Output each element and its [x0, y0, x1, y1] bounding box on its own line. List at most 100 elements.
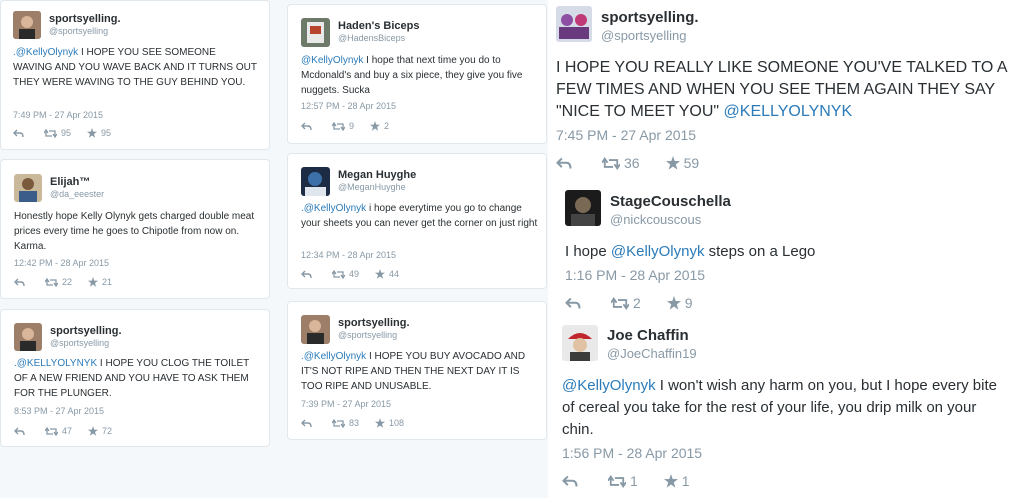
tweet-timestamp[interactable]: 12:34 PM - 28 Apr 2015 [301, 250, 396, 260]
retweet-button[interactable]: 36 [602, 155, 640, 171]
tweet-timestamp[interactable]: 1:56 PM - 28 Apr 2015 [562, 445, 702, 461]
retweet-button[interactable]: 47 [45, 426, 72, 436]
retweet-button[interactable]: 83 [332, 418, 359, 428]
favorite-count: 59 [683, 155, 700, 171]
retweet-button[interactable]: 1 [608, 473, 638, 489]
tweet-author-name[interactable]: Megan Huyghe [338, 169, 416, 181]
tweet-timestamp[interactable]: 12:57 PM - 28 Apr 2015 [301, 101, 396, 111]
favorite-button[interactable]: 72 [88, 426, 112, 436]
tweet-timestamp[interactable]: 1:16 PM - 28 Apr 2015 [565, 267, 705, 283]
retweet-button[interactable]: 2 [611, 295, 641, 311]
reply-icon [13, 129, 24, 137]
tweet-card: sportsyelling. @sportsyelling .@KellyOly… [287, 301, 547, 440]
avatar[interactable] [301, 18, 330, 47]
tweet-author-name[interactable]: Joe Chaffin [607, 327, 689, 344]
avatar[interactable] [565, 190, 601, 226]
tweet-author-handle[interactable]: @sportsyelling [601, 28, 686, 43]
tweet-author-name[interactable]: sportsyelling. [49, 13, 121, 25]
tweet-author-handle[interactable]: @da_eeester [50, 189, 104, 199]
tweet-timestamp[interactable]: 7:39 PM - 27 Apr 2015 [301, 399, 391, 409]
reply-button[interactable] [13, 129, 28, 138]
avatar[interactable] [562, 325, 598, 361]
favorite-button[interactable]: 2 [370, 121, 389, 131]
mention-link[interactable]: @KellyOlynyk [562, 377, 656, 394]
tweet-text: I hope @KellyOlynyk steps on a Lego [565, 241, 1015, 263]
star-icon [663, 474, 678, 488]
mention-link[interactable]: .@KellyOlynyk [13, 47, 78, 58]
mention-link[interactable]: .@KellyOlynyk [301, 203, 366, 214]
star-icon [375, 269, 386, 279]
favorite-button[interactable]: 44 [375, 269, 399, 279]
tweet-actions: 1 1 [562, 473, 716, 489]
tweet-card: sportsyelling. @sportsyelling .@KellyOly… [0, 0, 270, 150]
tweet-actions: 95 95 [13, 128, 127, 138]
mention-link[interactable]: .@KELLYOLYNYK [14, 358, 97, 369]
mention-link[interactable]: @KELLYOLYNYK [724, 103, 853, 120]
retweet-icon [611, 296, 629, 310]
reply-button[interactable] [562, 475, 582, 488]
tweet-author-handle[interactable]: @HadensBiceps [338, 33, 405, 43]
reply-button[interactable] [565, 297, 585, 310]
reply-button[interactable] [556, 157, 576, 170]
star-icon [88, 426, 99, 436]
tweet-author-name[interactable]: sportsyelling. [338, 317, 410, 329]
mention-link[interactable]: @KellyOlynyk [301, 55, 363, 66]
retweet-button[interactable]: 9 [332, 121, 354, 131]
tweet-author-name[interactable]: StageCouschella [610, 193, 731, 210]
reply-icon [301, 419, 312, 427]
retweet-button[interactable]: 22 [45, 277, 72, 287]
favorite-button[interactable]: 1 [663, 473, 690, 489]
favorite-button[interactable]: 59 [665, 155, 700, 171]
star-icon [370, 121, 381, 131]
reply-button[interactable] [301, 270, 316, 279]
avatar[interactable] [301, 167, 330, 196]
retweet-count: 9 [349, 121, 355, 131]
tweet-timestamp[interactable]: 7:45 PM - 27 Apr 2015 [556, 127, 696, 143]
favorite-button[interactable]: 9 [666, 295, 693, 311]
avatar-image-icon [556, 6, 592, 42]
retweet-count: 47 [62, 426, 73, 436]
favorite-button[interactable]: 21 [88, 277, 112, 287]
retweet-button[interactable]: 95 [44, 128, 71, 138]
tweet-timestamp[interactable]: 8:53 PM - 27 Apr 2015 [14, 406, 104, 416]
tweet-author-handle[interactable]: @MeganHuyghe [338, 182, 406, 192]
tweet-body: I hope [565, 243, 611, 260]
reply-button[interactable] [14, 278, 29, 287]
favorite-count: 108 [389, 418, 405, 428]
tweet-author-handle[interactable]: @sportsyelling [49, 26, 108, 36]
avatar[interactable] [556, 6, 592, 42]
avatar[interactable] [13, 11, 41, 39]
favorite-button[interactable]: 108 [375, 418, 404, 428]
tweet-timestamp[interactable]: 12:42 PM - 28 Apr 2015 [14, 258, 109, 268]
avatar[interactable] [14, 323, 42, 351]
retweet-count: 22 [62, 277, 73, 287]
retweet-icon [332, 418, 345, 428]
reply-icon [301, 122, 312, 130]
tweet-author-name[interactable]: Elijah™ [50, 176, 90, 188]
star-icon [375, 418, 386, 428]
tweet-body: Honestly hope Kelly Olynyk gets charged … [14, 211, 255, 252]
retweet-icon [602, 156, 620, 170]
favorite-button[interactable]: 95 [87, 128, 111, 138]
tweet-author-name[interactable]: sportsyelling. [601, 9, 699, 26]
favorite-count: 44 [389, 269, 400, 279]
retweet-button[interactable]: 49 [332, 269, 359, 279]
tweet-author-handle[interactable]: @JoeChaffin19 [607, 346, 697, 361]
reply-button[interactable] [14, 427, 29, 436]
favorite-count: 72 [102, 426, 113, 436]
mention-link[interactable]: @KellyOlynyk [611, 243, 705, 260]
tweet-card: Elijah™ @da_eeester Honestly hope Kelly … [0, 159, 270, 299]
retweet-icon [332, 269, 345, 279]
tweet-author-handle[interactable]: @sportsyelling [50, 338, 109, 348]
tweet-author-handle[interactable]: @sportsyelling [338, 330, 397, 340]
tweet-author-handle[interactable]: @nickcouscous [610, 212, 701, 227]
tweet-author-name[interactable]: Haden's Biceps [338, 20, 419, 32]
reply-icon [562, 475, 578, 487]
avatar[interactable] [14, 174, 42, 202]
reply-button[interactable] [301, 419, 316, 428]
tweet-timestamp[interactable]: 7:49 PM - 27 Apr 2015 [13, 110, 103, 120]
mention-link[interactable]: .@KellyOlynyk [301, 351, 366, 362]
tweet-author-name[interactable]: sportsyelling. [50, 325, 122, 337]
avatar[interactable] [301, 315, 330, 344]
reply-button[interactable] [301, 122, 316, 131]
